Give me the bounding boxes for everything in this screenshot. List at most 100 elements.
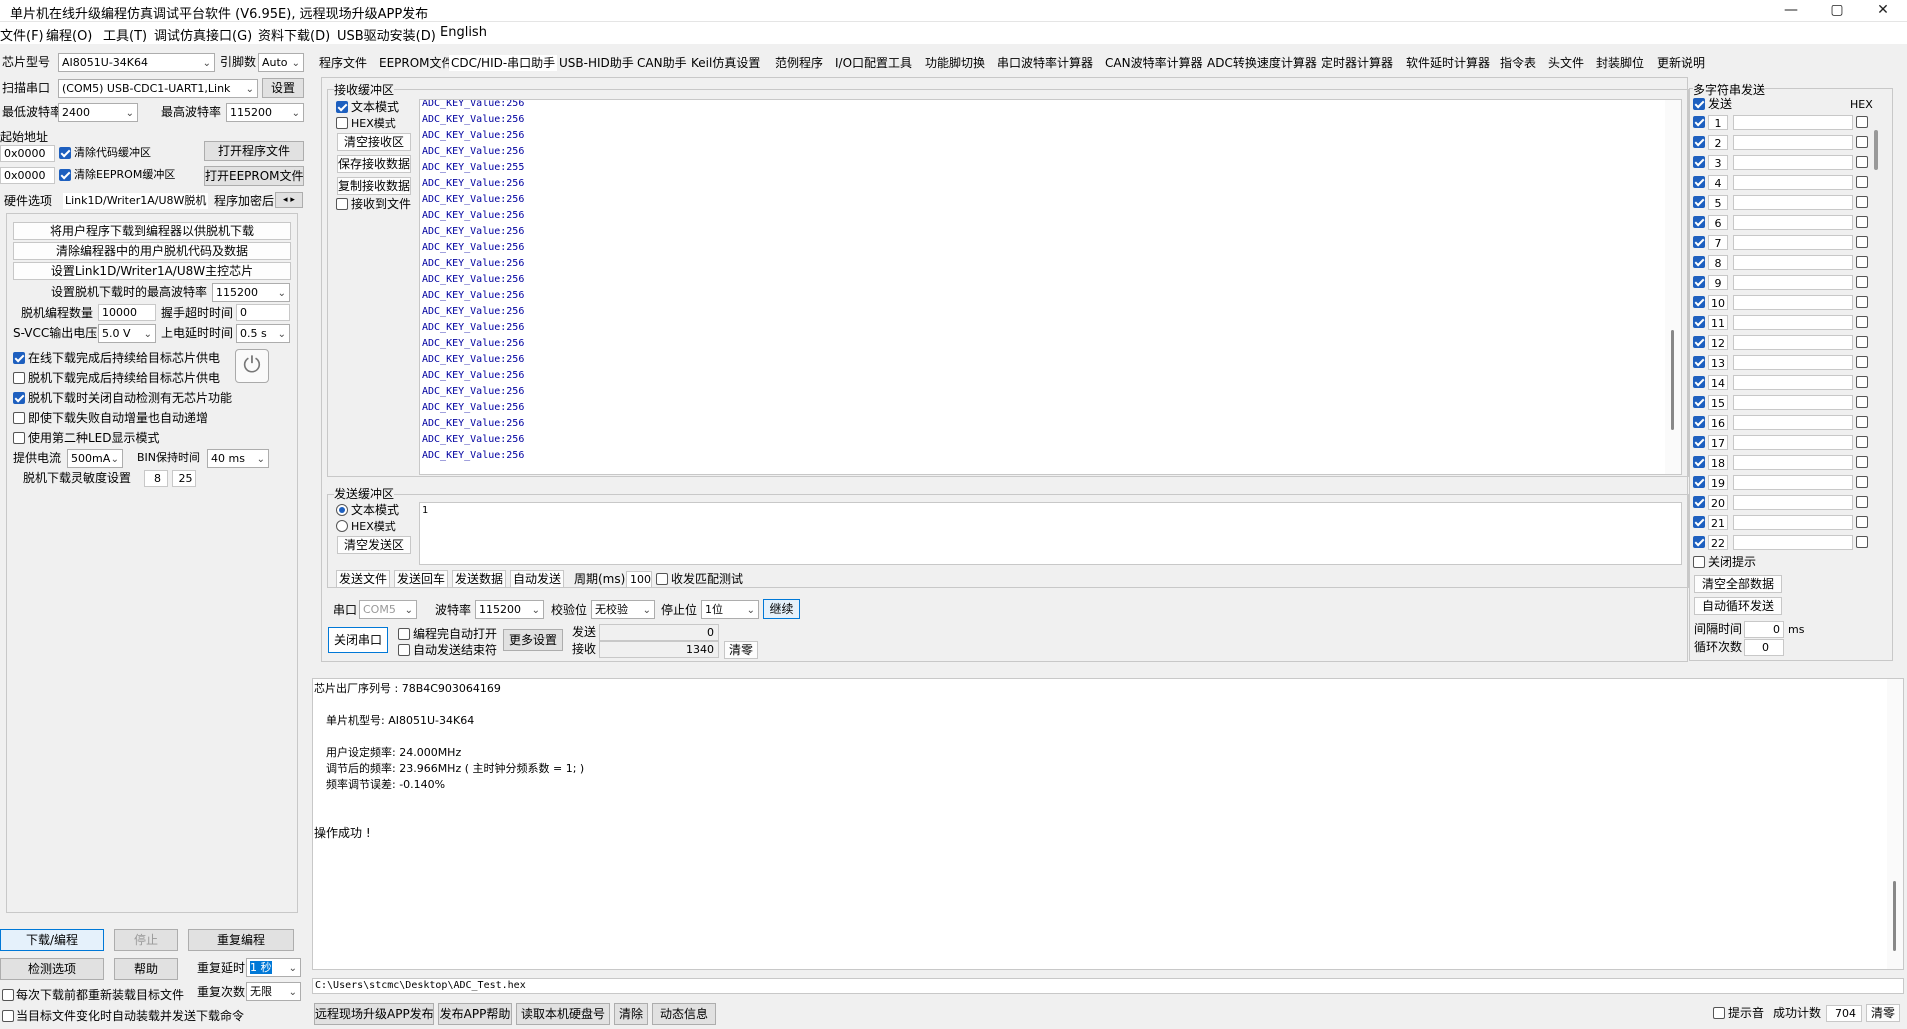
copy-receive-button[interactable]: 复制接收数据 (337, 177, 411, 195)
close-port-button[interactable]: 关闭串口 (328, 627, 388, 653)
multi-row-send-checkbox[interactable] (1693, 156, 1705, 168)
port-select[interactable]: (COM5) USB-CDC1-UART1,Link ⌄ (58, 79, 258, 98)
minimize-button[interactable]: — (1768, 0, 1814, 22)
multi-row-number[interactable]: 5 (1708, 195, 1728, 210)
multi-row-string-input[interactable] (1733, 235, 1853, 250)
power-icon[interactable]: ⏻ (235, 349, 269, 383)
auto-loop-send-button[interactable]: 自动循环发送 (1694, 597, 1782, 615)
min-baud-select[interactable]: 2400 ⌄ (58, 103, 138, 122)
send-enter-button[interactable]: 发送回车 (394, 570, 448, 588)
beep-checkbox[interactable] (1713, 1007, 1725, 1019)
download-to-programmer-button[interactable]: 将用户程序下载到编程器以供脱机下载 (13, 222, 291, 240)
menu-program[interactable]: 编程(O) (46, 25, 92, 44)
multi-row-send-checkbox[interactable] (1693, 136, 1705, 148)
serial-port-select[interactable]: COM5 ⌄ (359, 600, 417, 619)
reprogram-button[interactable]: 重复编程 (188, 929, 294, 951)
multi-row-number[interactable]: 2 (1708, 135, 1728, 150)
receive-scrollbar[interactable] (1665, 100, 1681, 474)
multi-row-string-input[interactable] (1733, 535, 1853, 550)
menu-debug[interactable]: 调试仿真接口(G) (154, 25, 252, 44)
menu-english[interactable]: English (440, 25, 487, 40)
multi-row-send-checkbox[interactable] (1693, 496, 1705, 508)
open-program-button[interactable]: 打开程序文件 (204, 141, 304, 161)
tab-eeprom-file[interactable]: EEPROM文件 (379, 55, 454, 71)
multi-row-number[interactable]: 4 (1708, 175, 1728, 190)
interval-input[interactable]: 0 (1744, 621, 1784, 638)
multi-row-string-input[interactable] (1733, 415, 1853, 430)
reload-checkbox[interactable] (2, 989, 14, 1001)
dynamic-info-button[interactable]: 动态信息 (652, 1003, 716, 1025)
check-options-button[interactable]: 检测选项 (0, 958, 104, 980)
multi-row-number[interactable]: 11 (1708, 315, 1728, 330)
multi-row-hex-checkbox[interactable] (1856, 236, 1868, 248)
send-data-button[interactable]: 发送数据 (452, 570, 506, 588)
multi-row-hex-checkbox[interactable] (1856, 316, 1868, 328)
multi-row-number[interactable]: 3 (1708, 155, 1728, 170)
clear-all-data-button[interactable]: 清空全部数据 (1694, 575, 1782, 593)
save-receive-button[interactable]: 保存接收数据 (337, 155, 411, 173)
multi-row-hex-checkbox[interactable] (1856, 176, 1868, 188)
tab-io-config[interactable]: I/O口配置工具 (835, 55, 912, 71)
multi-row-send-checkbox[interactable] (1693, 536, 1705, 548)
tab-timer-calc[interactable]: 定时器计算器 (1321, 55, 1393, 71)
multi-row-hex-checkbox[interactable] (1856, 396, 1868, 408)
clear-programmer-button[interactable]: 清除编程器中的用户脱机代码及数据 (13, 242, 291, 260)
clear-success-count-button[interactable]: 清零 (1866, 1004, 1900, 1022)
clear-eeprom-checkbox[interactable] (59, 169, 71, 181)
receive-textarea[interactable]: ADC_KEY_Value:256 ADC_KEY_Value:256 ADC_KE… (419, 99, 1682, 475)
auto-end-checkbox[interactable] (398, 644, 410, 656)
multi-row-hex-checkbox[interactable] (1856, 456, 1868, 468)
multi-row-hex-checkbox[interactable] (1856, 136, 1868, 148)
auto-send-button[interactable]: 自动发送 (510, 570, 564, 588)
tab-instructions[interactable]: 指令表 (1500, 55, 1536, 71)
help-button[interactable]: 帮助 (114, 958, 178, 980)
parity-select[interactable]: 无校验 ⌄ (591, 600, 655, 619)
multi-row-number[interactable]: 8 (1708, 255, 1728, 270)
multi-row-hex-checkbox[interactable] (1856, 216, 1868, 228)
multi-row-hex-checkbox[interactable] (1856, 116, 1868, 128)
pin-count-select[interactable]: Auto ⌄ (258, 53, 304, 72)
auto-open-checkbox[interactable] (398, 628, 410, 640)
multi-row-string-input[interactable] (1733, 375, 1853, 390)
multi-row-hex-checkbox[interactable] (1856, 156, 1868, 168)
menu-usb-driver[interactable]: USB驱动安装(D) (337, 25, 436, 44)
menu-tools[interactable]: 工具(T) (103, 25, 147, 44)
multi-row-string-input[interactable] (1733, 355, 1853, 370)
repeat-delay-select[interactable]: 1 秒 ⌄ (246, 958, 301, 977)
tab-serial-assistant[interactable]: CDC/HID-串口助手 (449, 55, 558, 71)
recv-hex-mode-checkbox[interactable] (336, 117, 348, 129)
stop-bits-select[interactable]: 1位 ⌄ (701, 600, 759, 619)
serial-baud-select[interactable]: 115200 ⌄ (475, 600, 544, 619)
multi-row-send-checkbox[interactable] (1693, 436, 1705, 448)
output-scrollbar-thumb[interactable] (1893, 881, 1896, 951)
multi-send-all-checkbox[interactable] (1693, 98, 1705, 110)
remote-upgrade-button[interactable]: 远程现场升级APP发布 (314, 1003, 434, 1025)
multi-row-string-input[interactable] (1733, 475, 1853, 490)
multi-row-hex-checkbox[interactable] (1856, 356, 1868, 368)
multi-row-number[interactable]: 9 (1708, 275, 1728, 290)
send-textarea[interactable]: 1 (419, 502, 1682, 565)
open-eeprom-button[interactable]: 打开EEPROM文件 (204, 166, 304, 186)
multi-row-hex-checkbox[interactable] (1856, 276, 1868, 288)
offline-count-input[interactable]: 10000 (98, 304, 156, 321)
clear-count-button[interactable]: 清零 (724, 641, 758, 659)
multi-row-number[interactable]: 6 (1708, 215, 1728, 230)
tab-delay-calc[interactable]: 软件延时计算器 (1406, 55, 1490, 71)
option-checkbox-1[interactable] (13, 372, 25, 384)
multi-row-send-checkbox[interactable] (1693, 196, 1705, 208)
multi-row-send-checkbox[interactable] (1693, 476, 1705, 488)
svcc-select[interactable]: 5.0 V ⌄ (98, 324, 156, 343)
clear-receive-button[interactable]: 清空接收区 (337, 133, 411, 151)
subtab-offline[interactable]: Link1D/Writer1A/U8W脱机 (63, 193, 209, 209)
multi-row-send-checkbox[interactable] (1693, 376, 1705, 388)
tab-uart-baud-calc[interactable]: 串口波特率计算器 (997, 55, 1093, 71)
subtab-encrypt[interactable]: 程序加密后 (214, 193, 274, 209)
bin-hold-select[interactable]: 40 ms ⌄ (207, 449, 269, 468)
receive-scrollbar-thumb[interactable] (1671, 330, 1674, 430)
maximize-button[interactable]: ▢ (1814, 0, 1860, 22)
multi-scrollbar-thumb[interactable] (1874, 130, 1878, 170)
multi-row-string-input[interactable] (1733, 135, 1853, 150)
multi-row-string-input[interactable] (1733, 455, 1853, 470)
multi-row-hex-checkbox[interactable] (1856, 256, 1868, 268)
multi-row-string-input[interactable] (1733, 495, 1853, 510)
